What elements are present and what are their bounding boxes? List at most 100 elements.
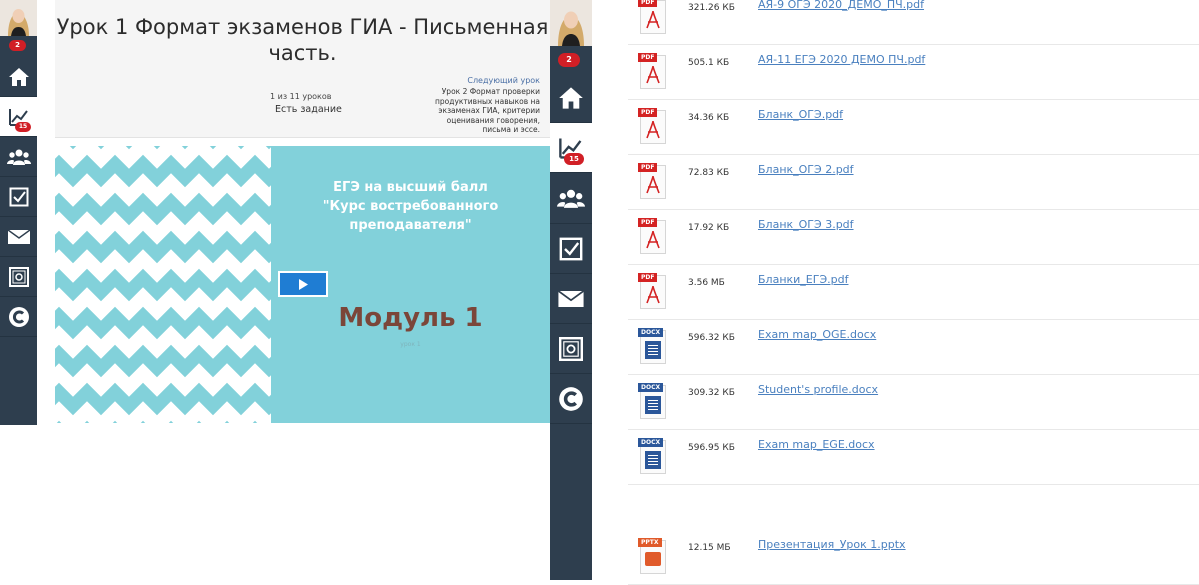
file-size: 17.92 КБ — [688, 223, 730, 233]
pdf-file-icon[interactable]: PDF — [638, 0, 668, 36]
docx-file-icon[interactable]: DOCX — [638, 383, 668, 421]
home-icon — [559, 86, 583, 109]
module-title: Модуль 1 — [338, 303, 483, 333]
file-row: DOCX 596.95 КБ Exam map_EGE.docx — [628, 430, 1199, 485]
file-row: PDF 505.1 КБ АЯ-11 ЕГЭ 2020 ДЕМО ПЧ.pdf — [628, 45, 1199, 100]
notification-badge[interactable]: 2 — [9, 40, 26, 51]
avatar-right[interactable] — [550, 0, 592, 46]
play-button[interactable] — [278, 271, 328, 297]
file-link[interactable]: Презентация_Урок 1.pptx — [758, 538, 906, 551]
next-lesson-title[interactable]: Урок 2 Формат проверки продуктивных навы… — [430, 87, 540, 135]
c-logo-icon — [8, 306, 29, 327]
sidebar-right-item-logo[interactable] — [550, 374, 592, 424]
file-row: PDF 72.83 КБ Бланк_ОГЭ 2.pdf — [628, 155, 1199, 210]
file-type-tag: PDF — [638, 273, 658, 282]
file-size: 309.32 КБ — [688, 388, 735, 398]
file-row: PDF 34.36 КБ Бланк_ОГЭ.pdf — [628, 100, 1199, 155]
sidebar-right-item-tasks[interactable] — [550, 224, 592, 274]
sidebar-right-item-home[interactable] — [550, 73, 592, 123]
notification-badge-right[interactable]: 2 — [558, 53, 580, 67]
pdf-file-icon[interactable]: PDF — [638, 108, 668, 146]
lesson-count: 1 из 11 уроков — [270, 92, 332, 101]
task-status: Есть задание — [275, 104, 342, 115]
file-type-tag: DOCX — [638, 383, 664, 392]
sidebar-item-mail[interactable] — [0, 217, 37, 257]
file-row: DOCX 309.32 КБ Student's profile.docx — [628, 375, 1199, 430]
lesson-header: Урок 1 Формат экзаменов ГИА - Письменная… — [55, 0, 550, 137]
file-row: DOCX 596.32 КБ Exam map_OGE.docx — [628, 320, 1199, 375]
file-link[interactable]: АЯ-11 ЕГЭ 2020 ДЕМО ПЧ.pdf — [758, 53, 925, 66]
sidebar-item-home[interactable] — [0, 57, 37, 97]
file-size: 12.15 МБ — [688, 543, 731, 553]
file-row: PDF 17.92 КБ Бланк_ОГЭ 3.pdf — [628, 210, 1199, 265]
tasks-icon — [559, 237, 583, 260]
mail-icon — [558, 290, 584, 307]
pdf-file-icon[interactable]: PDF — [638, 53, 668, 91]
file-size: 505.1 КБ — [688, 58, 730, 68]
file-row: PDF 321.26 КБ АЯ-9 ОГЭ 2020_ДЕМО_ПЧ.pdf — [628, 0, 1199, 45]
file-link[interactable]: АЯ-9 ОГЭ 2020_ДЕМО_ПЧ.pdf — [758, 0, 924, 11]
docx-file-icon[interactable]: DOCX — [638, 438, 668, 476]
file-type-tag: PDF — [638, 218, 658, 227]
sidebar-right-item-groups[interactable] — [550, 174, 592, 224]
chevron-pattern — [55, 146, 271, 423]
file-link[interactable]: Student's profile.docx — [758, 383, 878, 396]
file-size: 596.95 КБ — [688, 443, 735, 453]
file-link[interactable]: Бланк_ОГЭ.pdf — [758, 108, 843, 121]
left-sidebar: 2 15 — [0, 0, 37, 425]
sidebar-item-tasks[interactable] — [0, 177, 37, 217]
file-link[interactable]: Бланк_ОГЭ 3.pdf — [758, 218, 854, 231]
video-subtext: урок 1 — [400, 341, 421, 348]
sidebar-item-statistics[interactable]: 15 — [0, 97, 37, 137]
next-lesson-link[interactable]: Следующий урок — [467, 76, 540, 85]
file-row: PDF 3.56 МБ Бланки_ЕГЭ.pdf — [628, 265, 1199, 320]
video-player[interactable]: ЕГЭ на высший балл "Курс востребованного… — [55, 146, 550, 423]
avatar[interactable] — [0, 0, 37, 36]
c-logo-icon — [559, 386, 583, 411]
video-heading-line1: ЕГЭ на высший балл — [333, 180, 488, 195]
play-icon — [299, 278, 308, 290]
video-heading-line2: "Курс востребованного — [322, 199, 499, 214]
file-link[interactable]: Exam map_EGE.docx — [758, 438, 875, 451]
groups-icon — [557, 189, 585, 208]
docx-file-icon[interactable]: DOCX — [638, 328, 668, 366]
video-heading: ЕГЭ на высший балл "Курс востребованного… — [271, 178, 550, 235]
sidebar-right-item-mail[interactable] — [550, 274, 592, 324]
pdf-file-icon[interactable]: PDF — [638, 218, 668, 256]
safe-icon — [8, 266, 29, 287]
file-link[interactable]: Бланки_ЕГЭ.pdf — [758, 273, 848, 286]
video-heading-line3: преподавателя" — [349, 218, 472, 233]
mail-icon — [7, 229, 30, 244]
sidebar-right-item-safe[interactable] — [550, 324, 592, 374]
file-type-tag: PDF — [638, 163, 658, 172]
file-type-tag: DOCX — [638, 328, 664, 337]
file-link[interactable]: Бланк_ОГЭ 2.pdf — [758, 163, 854, 176]
file-type-tag: PDF — [638, 108, 658, 117]
page-title: Урок 1 Формат экзаменов ГИА - Письменная… — [56, 15, 549, 65]
sidebar-item-logo[interactable] — [0, 297, 37, 337]
pdf-file-icon[interactable]: PDF — [638, 163, 668, 201]
attachments-list: PDF 321.26 КБ АЯ-9 ОГЭ 2020_ДЕМО_ПЧ.pdf PDF… — [628, 0, 1199, 585]
statistics-badge-right: 15 — [564, 153, 584, 165]
pptx-file-icon[interactable]: PPTX — [638, 538, 668, 576]
pdf-file-icon[interactable]: PDF — [638, 273, 668, 311]
divider — [55, 137, 550, 138]
file-size: 3.56 МБ — [688, 278, 725, 288]
safe-icon — [559, 336, 583, 361]
sidebar-right-item-statistics[interactable]: 15 — [550, 123, 592, 173]
sidebar-item-groups[interactable] — [0, 137, 37, 177]
home-icon — [8, 67, 29, 86]
groups-icon — [6, 149, 31, 165]
file-row: PPTX 12.15 МБ Презентация_Урок 1.pptx — [628, 530, 1199, 585]
right-sidebar: 2 15 — [550, 0, 592, 580]
file-type-tag: PDF — [638, 0, 658, 7]
file-size: 596.32 КБ — [688, 333, 735, 343]
file-size: 34.36 КБ — [688, 113, 730, 123]
file-size: 72.83 КБ — [688, 168, 730, 178]
file-link[interactable]: Exam map_OGE.docx — [758, 328, 876, 341]
statistics-badge: 15 — [15, 122, 31, 132]
tasks-icon — [9, 187, 28, 206]
file-type-tag: PPTX — [638, 538, 662, 547]
sidebar-item-safe[interactable] — [0, 257, 37, 297]
file-type-tag: PDF — [638, 53, 658, 62]
